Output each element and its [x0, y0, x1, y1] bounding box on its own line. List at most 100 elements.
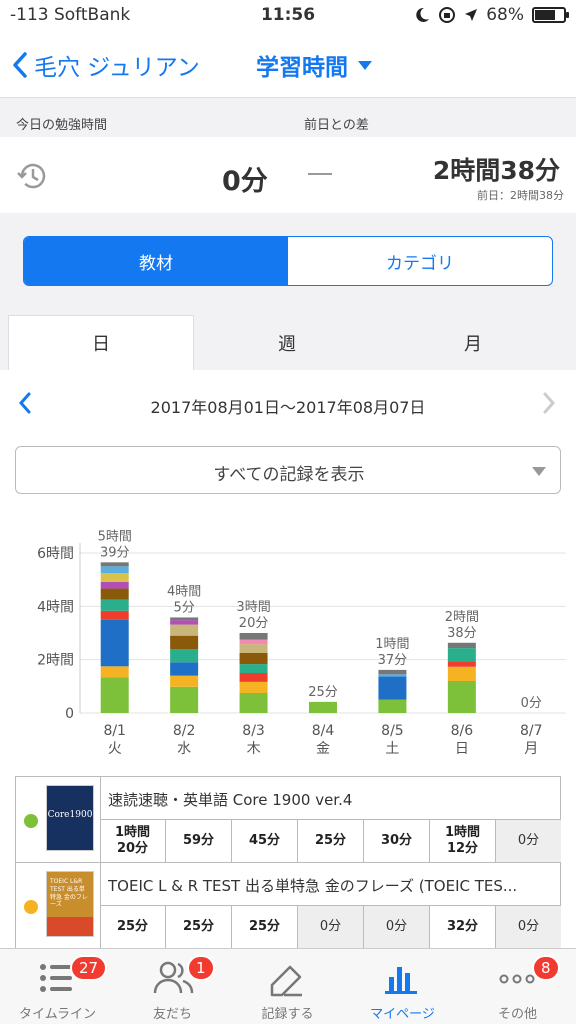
- tab-record[interactable]: 記録する: [230, 949, 345, 1024]
- chart-bar-segment: [100, 573, 129, 582]
- bar-total-label: 1時間: [375, 637, 409, 652]
- chart-bar-segment: [447, 648, 476, 662]
- chart-bar-segment: [447, 681, 476, 713]
- y-tick-label: 4時間: [37, 599, 74, 615]
- chart-bar-segment: [447, 642, 476, 649]
- friends-badge: 1: [187, 955, 215, 981]
- bar-total-label: 3時間: [236, 600, 270, 615]
- chart-bar-segment: [100, 666, 129, 678]
- tab-label-friends: 友だち: [152, 1007, 192, 1022]
- main-content: 2017年08月01日〜2017年08月07日 すべての記録を表示 0 2時間 4時…: [0, 370, 576, 949]
- daily-time-cell: 45分: [231, 820, 297, 862]
- daily-time-cell: 1時間 12分: [429, 820, 495, 862]
- chevron-left-icon: [13, 52, 27, 78]
- y-tick-label: 6時間: [37, 546, 74, 562]
- daily-time-cells: 1時間 20分 59分 45分 25分 30分 1時間 12分 0分: [100, 819, 561, 862]
- tab-month[interactable]: 月: [380, 315, 566, 370]
- bar-total-label: 37分: [378, 653, 408, 668]
- summary-panel: 0分 2時間38分 前日：2時間38分: [0, 137, 576, 213]
- y-tick-label: 0: [65, 706, 74, 722]
- tab-mypage[interactable]: マイページ: [345, 949, 460, 1024]
- daily-time-cell: 1時間 20分: [114, 824, 151, 856]
- clock-history-icon: [17, 163, 46, 189]
- tab-friends[interactable]: 1 友だち: [115, 949, 230, 1024]
- chart-bar-segment: [447, 666, 476, 681]
- x-weekday-label: 日: [455, 741, 469, 757]
- tab-timeline[interactable]: 27 タイムライン: [0, 949, 115, 1024]
- date-range: 2017年08月01日〜2017年08月07日: [150, 398, 426, 417]
- daily-time-cell: 59分: [165, 820, 231, 862]
- caret-down-icon: [532, 467, 546, 476]
- chart-bar-segment: [239, 653, 268, 665]
- x-weekday-label: 月: [524, 741, 538, 757]
- tab-label-mypage: マイページ: [370, 1007, 435, 1022]
- chart-bar-segment: [447, 661, 476, 667]
- diff-label: 前日との差: [304, 118, 369, 133]
- material-row[interactable]: TOEIC L&R TEST 出る単特急 金のフレーズ TOEIC L & R T…: [16, 863, 561, 949]
- segmented-control: 教材 カテゴリ: [23, 236, 553, 286]
- chart-bar-segment: [239, 693, 268, 713]
- chart-bar-segment: [100, 562, 129, 567]
- bar-total-label: 5分: [174, 600, 195, 615]
- daily-time-cell: 25分: [297, 820, 363, 862]
- summary-labels: 今日の勉強時間 前日との差: [0, 99, 576, 137]
- daily-time-cell: 0分: [495, 906, 561, 948]
- chart-bar-segment: [239, 664, 268, 673]
- tab-week[interactable]: 週: [194, 315, 380, 370]
- chart-bar-segment: [170, 624, 199, 636]
- bar-total-label: 38分: [447, 626, 477, 641]
- page-title: 学習時間: [256, 55, 348, 81]
- x-tick-label: 8/3: [242, 723, 265, 739]
- chart-bar-segment: [239, 633, 268, 640]
- daily-time-cell: 0分: [495, 820, 561, 862]
- x-weekday-label: 土: [385, 741, 399, 757]
- book-cover-image: TOEIC L&R TEST 出る単特急 金のフレーズ: [46, 871, 94, 937]
- x-tick-label: 8/2: [173, 723, 196, 739]
- x-tick-label: 8/6: [451, 723, 474, 739]
- dash-divider: [308, 173, 332, 175]
- segment-category[interactable]: カテゴリ: [288, 237, 552, 285]
- pencil-icon: [270, 965, 302, 997]
- chart-bar-segment: [170, 686, 199, 713]
- tab-day[interactable]: 日: [8, 315, 194, 370]
- navigation-bar: 毛穴 ジュリアン 学習時間: [0, 32, 576, 98]
- record-filter-select[interactable]: すべての記録を表示: [15, 446, 561, 494]
- segment-materials[interactable]: 教材: [24, 237, 288, 285]
- material-row[interactable]: Core1900 速読速聴・英単語 Core 1900 ver.4 1時間 20分 5…: [16, 777, 561, 863]
- chart-bar-segment: [170, 649, 199, 663]
- x-tick-label: 8/1: [103, 723, 126, 739]
- material-name: TOEIC L & R TEST 出る単特急 金のフレーズ (TOEIC TES…: [108, 877, 518, 895]
- back-button[interactable]: 毛穴 ジュリアン: [12, 48, 200, 82]
- x-weekday-label: 水: [177, 741, 191, 757]
- chart-bar-segment: [170, 617, 199, 621]
- today-value: 0分: [222, 166, 268, 197]
- daily-time-cell: 25分: [231, 906, 297, 948]
- chart-bar-segment: [239, 639, 268, 645]
- tab-label-timeline: タイムライン: [18, 1007, 97, 1022]
- bar-total-label: 20分: [239, 616, 269, 631]
- x-weekday-label: 火: [108, 741, 122, 757]
- daily-time-cells: 25分 25分 25分 0分 0分 32分 0分: [100, 905, 561, 948]
- status-bar: -113 SoftBank 11:56 68%: [0, 0, 576, 32]
- chart-bar-segment: [100, 566, 129, 573]
- today-study-label: 今日の勉強時間: [16, 118, 108, 133]
- chart-bar-segment: [378, 674, 407, 677]
- chart-bar-segment: [100, 599, 129, 611]
- tab-label-record: 記録する: [261, 1007, 314, 1022]
- title-dropdown[interactable]: 学習時間: [256, 48, 372, 82]
- bar-total-label: 4時間: [167, 584, 201, 599]
- chart-bar-segment: [239, 673, 268, 682]
- tab-other[interactable]: 8 その他: [460, 949, 575, 1024]
- chart-bar-segment: [309, 701, 337, 713]
- filter-label: すべての記録を表示: [213, 465, 365, 485]
- chart-bar-segment: [170, 675, 199, 687]
- bar-total-label: 39分: [100, 545, 130, 560]
- daily-time-cell: 0分: [363, 906, 429, 948]
- battery-percent: 68%: [486, 5, 524, 25]
- battery-icon: [532, 7, 569, 23]
- y-tick-label: 2時間: [37, 653, 74, 669]
- chart-bar-segment: [378, 676, 407, 700]
- chart-bar-segment: [170, 635, 199, 649]
- date-navigator: 2017年08月01日〜2017年08月07日: [0, 388, 576, 418]
- daily-time-cell: 25分: [116, 918, 149, 934]
